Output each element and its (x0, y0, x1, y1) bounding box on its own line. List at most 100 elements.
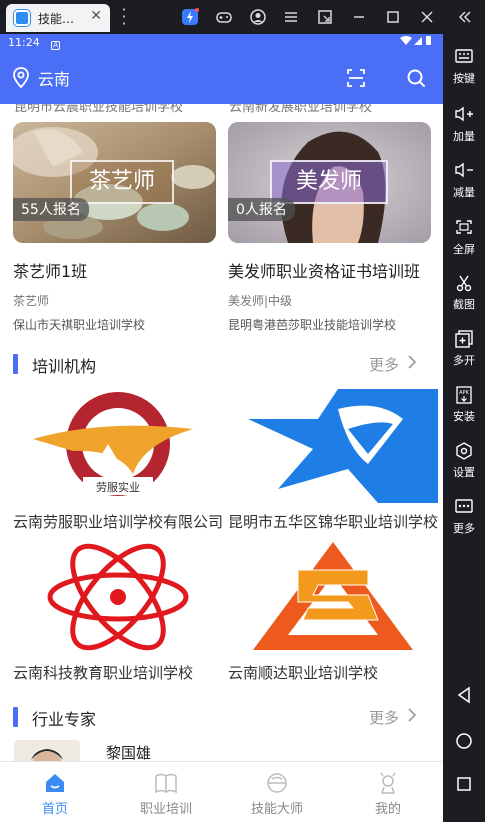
sidebar-label: 多开 (453, 354, 475, 367)
sidebar-multi-open[interactable]: 多开 (443, 330, 485, 368)
scroll-content[interactable]: 昆明市云晨职业技能培训学校 云南新发展职业培训学校 茶艺师 55人报名 茶艺师1… (0, 104, 443, 761)
sidebar-label: 全屏 (453, 243, 475, 256)
institution-card[interactable]: 云南科技教育职业培训学校 (13, 540, 223, 683)
sidebar-volume-up[interactable]: 加量 (443, 106, 485, 144)
section-accent-bar (13, 354, 18, 374)
profile-icon (333, 770, 443, 796)
tab-label: 职业培训 (139, 802, 192, 817)
scan-icon[interactable] (346, 68, 366, 88)
search-icon[interactable] (406, 68, 426, 88)
emulator-tab-title: 技能… (38, 11, 75, 26)
notification-icon: A (51, 41, 61, 50)
institutions-section-header: 培训机构 更多 (0, 352, 443, 376)
tab-home[interactable]: 首页 (0, 762, 110, 817)
sidebar-fullscreen[interactable]: 全屏 (443, 219, 485, 257)
volume-down-icon (443, 162, 485, 182)
phone-screen: 11:24 A 云南 昆明市云晨职业技能培训学校 云南新发展职业培训学校 茶艺师… (0, 34, 443, 822)
emulator-title-bar: 技能… ✕ · · · (0, 0, 485, 34)
expert-name: 黎国雄 (106, 744, 152, 761)
more-icon (443, 498, 485, 518)
course-meta: 茶艺师 (13, 294, 50, 308)
emulator-app-tab[interactable]: 技能… ✕ (6, 4, 110, 32)
emulator-sidebar: 按键 加量 减量 全屏 截图 多开 APK 安装 设置 更多 (443, 34, 485, 822)
apk-install-icon: APK (443, 386, 485, 406)
course-school: 昆明粤港芭莎职业技能培训学校 (228, 318, 397, 332)
settings-icon (443, 442, 485, 462)
sidebar-more[interactable]: 更多 (443, 498, 485, 536)
more-link[interactable]: 更多 (369, 707, 399, 728)
section-title: 行业专家 (32, 710, 97, 729)
cut-off-school-right: 云南新发展职业培训学校 (229, 104, 373, 115)
course-sign: 茶艺师 (70, 160, 174, 204)
gamepad-icon[interactable] (214, 8, 234, 26)
home-icon (0, 770, 110, 796)
sidebar-install[interactable]: APK 安装 (443, 386, 485, 424)
volume-up-icon (443, 106, 485, 126)
course-school: 保山市天祺职业培训学校 (13, 318, 146, 332)
chevron-right-icon[interactable] (407, 707, 417, 727)
app-header: 云南 (0, 52, 443, 104)
sidebar-screenshot[interactable]: 截图 (443, 274, 485, 312)
tab-profile[interactable]: 我的 (333, 762, 443, 817)
status-icons (399, 34, 433, 52)
institution-card[interactable]: 昆明市五华区锦华职业培训学校 (228, 389, 438, 532)
status-bar: 11:24 A (0, 34, 443, 52)
sidebar-label: 减量 (453, 186, 475, 199)
city-selector[interactable]: 云南 (38, 66, 70, 90)
sidebar-label: 更多 (453, 522, 475, 535)
institution-logo (13, 540, 223, 654)
course-meta: 美发师|中级 (228, 294, 293, 308)
sidebar-volume-down[interactable]: 减量 (443, 162, 485, 200)
keyboard-icon (443, 48, 485, 68)
account-icon[interactable] (248, 8, 268, 26)
logo-text: 劳服实业 (96, 480, 140, 494)
close-window-icon[interactable] (417, 8, 437, 26)
collapse-sidebar-icon[interactable] (455, 8, 475, 26)
sidebar-keyboard[interactable]: 按键 (443, 48, 485, 86)
status-time: 11:24 (8, 36, 40, 49)
institution-card[interactable]: 云南顺达职业培训学校 (228, 540, 438, 683)
window-mode-icon[interactable] (315, 8, 335, 26)
sidebar-label: 设置 (453, 466, 475, 479)
bottom-tab-bar: 首页 职业培训 技能大师 我的 (0, 761, 443, 822)
sidebar-label: 安装 (453, 410, 475, 423)
recents-nav-icon[interactable] (443, 776, 485, 796)
sidebar-label: 加量 (453, 130, 475, 143)
scissors-icon (443, 274, 485, 294)
enroll-count-badge: 0人报名 (228, 198, 295, 221)
section-title: 培训机构 (32, 357, 97, 376)
institution-name: 云南顺达职业培训学校 (228, 664, 379, 682)
app-icon (14, 10, 30, 26)
back-nav-icon[interactable] (443, 686, 485, 708)
book-icon (111, 770, 221, 796)
institution-logo: 劳服实业 (13, 389, 223, 503)
hamburger-menu-icon[interactable] (281, 8, 301, 26)
institution-name: 云南劳服职业培训学校有限公司 (13, 513, 223, 531)
institution-name: 昆明市五华区锦华职业培训学校 (228, 513, 438, 531)
tab-training[interactable]: 职业培训 (111, 762, 221, 817)
sidebar-label: 截图 (453, 298, 475, 311)
tab-close-icon[interactable]: ✕ (90, 8, 102, 24)
tab-masters[interactable]: 技能大师 (222, 762, 332, 817)
sidebar-label: 按键 (453, 72, 475, 85)
institution-name: 云南科技教育职业培训学校 (13, 664, 194, 682)
more-link[interactable]: 更多 (369, 354, 399, 375)
minimize-icon[interactable] (349, 8, 369, 26)
course-name: 茶艺师1班 (13, 262, 88, 281)
course-image-tea: 茶艺师 55人报名 (13, 122, 216, 243)
accelerate-icon[interactable] (180, 8, 200, 26)
multi-open-icon (443, 330, 485, 350)
tab-label: 我的 (374, 802, 401, 817)
chevron-right-icon[interactable] (407, 354, 417, 374)
institution-card[interactable]: 劳服实业 云南劳服职业培训学校有限公司 (13, 389, 223, 532)
master-icon (222, 770, 332, 796)
course-image-hair: 美发师 0人报名 (228, 122, 431, 243)
course-card[interactable]: 美发师 0人报名 美发师职业资格证书培训班 美发师|中级 昆明粤港芭莎职业技能培… (228, 122, 431, 333)
location-pin-icon[interactable] (12, 67, 30, 89)
course-card[interactable]: 茶艺师 55人报名 茶艺师1班 茶艺师 保山市天祺职业培训学校 (13, 122, 216, 333)
menu-dots-icon[interactable]: · · · (120, 2, 128, 32)
sidebar-settings[interactable]: 设置 (443, 442, 485, 480)
home-nav-icon[interactable] (443, 732, 485, 754)
experts-section-header: 行业专家 更多 (0, 705, 443, 729)
maximize-icon[interactable] (383, 8, 403, 26)
